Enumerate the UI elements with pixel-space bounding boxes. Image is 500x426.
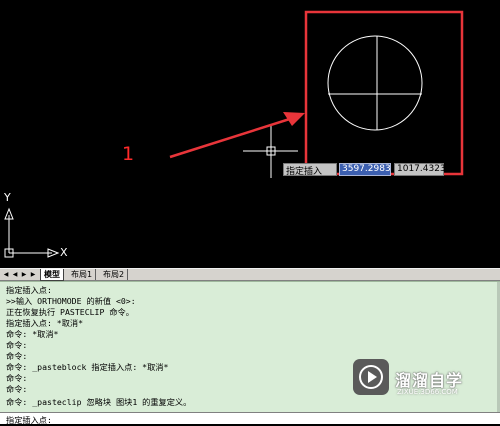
ucs-axis-icon (4, 207, 60, 258)
dynamic-input-x-field[interactable]: 3597.2983 (339, 163, 391, 176)
play-logo-icon (353, 359, 389, 395)
tab-nav-last-icon[interactable]: ▶ (29, 270, 37, 279)
command-history-line: >>输入 ORTHOMODE 的新值 <0>: (6, 296, 136, 306)
ucs-x-label: X (60, 246, 68, 259)
block-circle-symbol[interactable] (327, 35, 423, 131)
command-history-line-highlighted: 命令: _pasteclip 忽略块 图块1 的重复定义。 (6, 397, 192, 407)
dynamic-input-y-field[interactable]: 1017.4323 (394, 163, 446, 176)
annotation-arrow-1 (169, 112, 305, 159)
tab-model[interactable]: 模型 (40, 269, 64, 281)
command-history-line: 命令: *取消* (6, 329, 59, 339)
command-history-line: 命令: (6, 373, 28, 383)
watermark-logo: 溜溜自学 ZIXUE.3D66.COM (353, 355, 493, 405)
command-history-line: 指定插入点: *取消* (6, 318, 84, 328)
command-history-line: 命令: (6, 351, 28, 361)
tab-nav-next-icon[interactable]: ▶ (20, 270, 28, 279)
watermark-url: ZIXUE.3D66.COM (397, 388, 458, 396)
command-history-line: 命令: _pasteblock 指定插入点: *取消* (6, 362, 169, 372)
command-history-line: 命令: (6, 384, 28, 394)
command-prompt-text: 指定插入点: (6, 415, 52, 425)
tab-nav-first-icon[interactable]: ◀ (2, 270, 10, 279)
tab-layout-1[interactable]: 布局1 (68, 269, 97, 280)
ucs-y-label: Y (4, 191, 11, 204)
command-history-line: 命令: (6, 340, 28, 350)
command-history-line: 指定插入点: (6, 285, 52, 295)
command-history-line: 正在恢复执行 PASTECLIP 命令。 (6, 307, 134, 317)
command-input-line[interactable]: 指定插入点: (0, 412, 500, 425)
tab-layout-2[interactable]: 布局2 (100, 269, 129, 280)
layout-tab-bar: ◀ ◀ ▶ ▶ 模型 布局1 布局2 (0, 268, 500, 281)
tab-nav-prev-icon[interactable]: ◀ (11, 270, 19, 279)
annotation-number-1: 1 (122, 143, 135, 165)
dynamic-input-label: 指定插入点: (283, 163, 337, 190)
